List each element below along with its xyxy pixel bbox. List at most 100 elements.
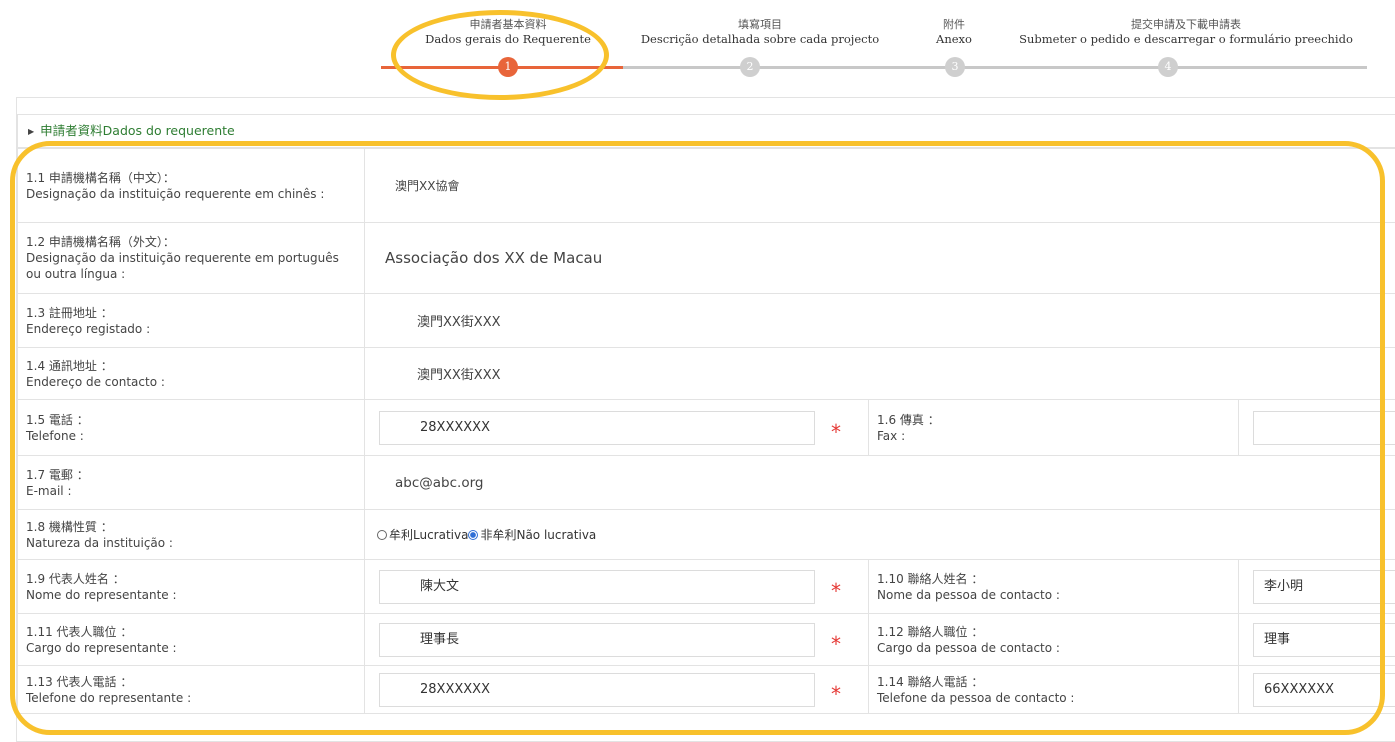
form-row-1-9: 1.9 代表人姓名 ： Nome do representante : 陳大文 *…	[17, 559, 1395, 614]
label-1-6-pt: Fax :	[877, 428, 906, 443]
label-1-11: 1.11 代表人職位 ： Cargo do representante :	[17, 613, 365, 666]
label-1-3-pt: Endereço registado :	[26, 321, 151, 336]
label-1-11-pt: Cargo do representante :	[26, 640, 177, 655]
label-1-9-zh: 1.9 代表人姓名 ：	[26, 571, 125, 586]
applicant-form: 1.1 申請機構名稱（中文）： Designação da instituiçã…	[17, 148, 1395, 714]
required-mark: *	[831, 631, 841, 656]
step-3-dot[interactable]: 3	[945, 57, 965, 77]
step-1-zh: 申請者基本資料	[469, 18, 547, 31]
progress-stepper: 申請者基本資料 Dados gerais do Requerente 1 填寫項…	[0, 0, 1395, 92]
contact-name-input[interactable]: 李小明	[1253, 569, 1395, 604]
label-1-12-pt: Cargo da pessoa de contacto :	[877, 640, 1060, 655]
caret-right-icon: ▶	[28, 127, 35, 136]
step-2-label[interactable]: 填寫項目 Descrição detalhada sobre cada proj…	[641, 17, 879, 47]
radio-non-lucrative-label[interactable]: 非牟利Não lucrativa	[480, 528, 596, 542]
representative-phone-input[interactable]: 28XXXXXX	[379, 672, 815, 707]
step-4-dot[interactable]: 4	[1158, 57, 1178, 77]
label-1-11-zh: 1.11 代表人職位 ：	[26, 624, 133, 639]
label-1-10: 1.10 聯絡人姓名 ： Nome da pessoa de contacto …	[868, 559, 1239, 614]
label-1-14-pt: Telefone da pessoa de contacto :	[877, 690, 1075, 705]
label-1-9: 1.9 代表人姓名 ： Nome do representante :	[17, 559, 365, 614]
step-1-dot[interactable]: 1	[498, 57, 518, 77]
representative-position-input[interactable]: 理事長	[379, 622, 815, 657]
label-1-3-zh: 1.3 註冊地址 ：	[26, 305, 113, 320]
label-1-14-zh: 1.14 聯絡人電話 ：	[877, 674, 984, 689]
contact-address-field[interactable]: 澳門XX街XXX	[363, 347, 1395, 400]
label-1-3: 1.3 註冊地址 ： Endereço registado :	[17, 293, 365, 348]
step-2-pt: Descrição detalhada sobre cada projecto	[640, 32, 880, 46]
label-1-8-zh: 1.8 機構性質 ：	[26, 519, 113, 534]
label-1-6-zh: 1.6 傳真 ：	[877, 412, 940, 427]
fax-cell	[1237, 399, 1395, 456]
fax-input[interactable]	[1253, 410, 1395, 445]
label-1-13: 1.13 代表人電話 ： Telefone do representante :	[17, 665, 365, 714]
telephone-cell: 28XXXXXX *	[364, 399, 869, 456]
email-field[interactable]: abc@abc.org	[363, 455, 1395, 510]
label-1-10-zh: 1.10 聯絡人姓名 ：	[877, 571, 984, 586]
contact-position-cell: 理事	[1237, 613, 1395, 666]
form-row-1-4: 1.4 通訊地址 ： Endereço de contacto : 澳門XX街X…	[17, 347, 1395, 400]
label-1-9-pt: Nome do representante :	[26, 587, 177, 602]
section-title: 申請者資料Dados do requerente	[40, 123, 235, 138]
representative-phone-cell: 28XXXXXX *	[364, 665, 869, 714]
contact-name-cell: 李小明	[1237, 559, 1395, 614]
label-1-8: 1.8 機構性質 ： Natureza da instituição :	[17, 509, 365, 560]
radio-lucrative[interactable]	[377, 530, 387, 540]
step-2-zh: 填寫項目	[738, 18, 782, 31]
label-1-8-pt: Natureza da instituição :	[26, 535, 173, 550]
label-1-6: 1.6 傳真 ： Fax :	[868, 399, 1239, 456]
registered-address-field[interactable]: 澳門XX街XXX	[363, 293, 1395, 348]
label-1-5: 1.5 電話 ： Telefone :	[17, 399, 365, 456]
form-row-1-5: 1.5 電話 ： Telefone : 28XXXXXX * 1.6 傳真 ： F…	[17, 399, 1395, 456]
step-3-label[interactable]: 附件 Anexo	[936, 17, 972, 47]
contact-phone-cell: 66XXXXXX	[1237, 665, 1395, 714]
form-row-1-7: 1.7 電郵 ： E-mail : abc@abc.org	[17, 455, 1395, 510]
label-1-5-pt: Telefone :	[26, 428, 84, 443]
nature-radio-cell: 牟利Lucrativa 非牟利Não lucrativa	[363, 509, 1395, 560]
label-1-4: 1.4 通訊地址 ： Endereço de contacto :	[17, 347, 365, 400]
label-1-4-zh: 1.4 通訊地址 ：	[26, 358, 113, 373]
step-4-zh: 提交申請及下載申請表	[1131, 18, 1241, 31]
label-1-1-zh: 1.1 申請機構名稱（中文）：	[26, 170, 175, 185]
step-4-pt: Submeter o pedido e descarregar o formul…	[1019, 32, 1353, 46]
contact-position-input[interactable]: 理事	[1253, 622, 1395, 657]
name-chinese-field[interactable]: 澳門XX協會	[363, 148, 1395, 223]
label-1-7-pt: E-mail :	[26, 483, 72, 498]
required-mark: *	[831, 419, 841, 444]
step-track	[623, 66, 1367, 69]
section-header[interactable]: ▶ 申請者資料Dados do requerente	[17, 114, 1395, 148]
form-row-1-8: 1.8 機構性質 ： Natureza da instituição : 牟利L…	[17, 509, 1395, 560]
step-1-label[interactable]: 申請者基本資料 Dados gerais do Requerente	[425, 17, 591, 47]
representative-name-cell: 陳大文 *	[364, 559, 869, 614]
label-1-4-pt: Endereço de contacto :	[26, 374, 165, 389]
label-1-13-zh: 1.13 代表人電話 ：	[26, 674, 133, 689]
label-1-2-zh: 1.2 申請機構名稱（外文）：	[26, 235, 175, 249]
label-1-14: 1.14 聯絡人電話 ： Telefone da pessoa de conta…	[868, 665, 1239, 714]
form-row-1-13: 1.13 代表人電話 ： Telefone do representante :…	[17, 665, 1395, 714]
step-4-label[interactable]: 提交申請及下載申請表 Submeter o pedido e descarreg…	[1019, 17, 1353, 47]
label-1-10-pt: Nome da pessoa de contacto :	[877, 587, 1060, 602]
required-mark: *	[831, 681, 841, 706]
step-2-dot[interactable]: 2	[740, 57, 760, 77]
step-1-pt: Dados gerais do Requerente	[425, 32, 591, 46]
label-1-7-zh: 1.7 電郵 ：	[26, 467, 89, 482]
form-row-1-1: 1.1 申請機構名稱（中文）： Designação da instituiçã…	[17, 148, 1395, 223]
form-row-1-2: 1.2 申請機構名稱（外文）： Designação da instituiçã…	[17, 222, 1395, 294]
name-foreign-field[interactable]: Associação dos XX de Macau	[363, 222, 1395, 294]
label-1-1: 1.1 申請機構名稱（中文）： Designação da instituiçã…	[17, 148, 365, 223]
label-1-1-pt: Designação da instituição requerente em …	[26, 186, 325, 201]
label-1-7: 1.7 電郵 ： E-mail :	[17, 455, 365, 510]
representative-name-input[interactable]: 陳大文	[379, 569, 815, 604]
label-1-12-zh: 1.12 聯絡人職位 ：	[877, 624, 984, 639]
nature-radio-group: 牟利Lucrativa 非牟利Não lucrativa	[377, 528, 596, 542]
radio-lucrative-label[interactable]: 牟利Lucrativa	[389, 528, 468, 542]
label-1-5-zh: 1.5 電話 ：	[26, 412, 89, 427]
step-3-pt: Anexo	[936, 32, 972, 46]
form-row-1-11: 1.11 代表人職位 ： Cargo do representante : 理事…	[17, 613, 1395, 666]
step-3-zh: 附件	[943, 18, 965, 31]
form-row-1-3: 1.3 註冊地址 ： Endereço registado : 澳門XX街XXX	[17, 293, 1395, 348]
telephone-input[interactable]: 28XXXXXX	[379, 410, 815, 445]
radio-non-lucrative[interactable]	[468, 530, 479, 540]
label-1-2-pt: Designação da instituição requerente em …	[26, 251, 339, 281]
contact-phone-input[interactable]: 66XXXXXX	[1253, 672, 1395, 707]
